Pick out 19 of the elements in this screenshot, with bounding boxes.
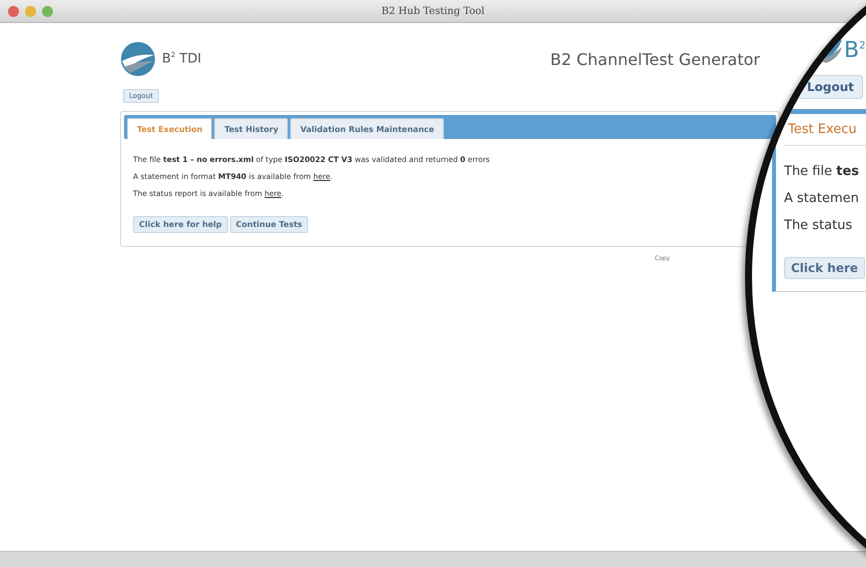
minimize-icon[interactable] [25,6,36,16]
logout-button[interactable]: Logout [798,75,864,99]
window-title: B2 Hub Testing Tool [382,6,484,16]
tab[interactable]: Test Execu [784,122,866,146]
action-button[interactable]: Continue Tests [230,216,308,233]
message-text: A statemen [784,191,860,206]
tab[interactable]: Test History [214,118,288,139]
message-text: The status [784,218,854,233]
close-icon[interactable] [8,6,19,16]
zoom-icon[interactable] [42,6,53,16]
logo-text: B$^{2}$ TDI [162,51,202,67]
logo-text: B$^{2}$ [844,40,866,62]
message-text: The file tes [784,164,860,179]
app-title: B2 ChannelTest Generator [550,50,760,68]
logo-icon [120,41,156,77]
action-button[interactable]: Click here for help [133,216,228,233]
tab[interactable]: Validation Rules Maintenance [290,118,444,139]
help-button[interactable]: Click here [784,257,866,279]
tab[interactable]: Test Execution [127,118,212,139]
